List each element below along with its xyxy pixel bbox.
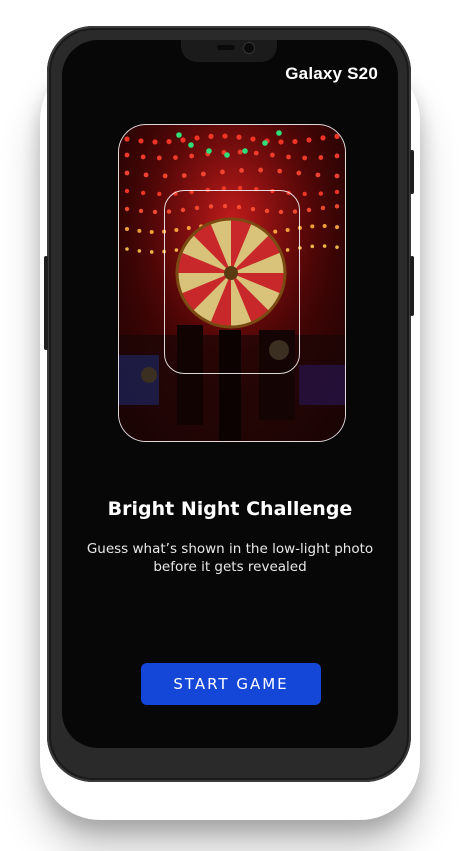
light-bulb	[334, 204, 340, 209]
light-bulb	[334, 189, 340, 195]
light-bulb	[306, 207, 312, 213]
green-light-bulb	[276, 130, 282, 136]
power-button	[410, 150, 414, 194]
green-light-bulb	[206, 148, 212, 154]
light-bulb	[253, 150, 259, 156]
light-bulb	[138, 208, 144, 214]
light-bulb	[310, 224, 315, 229]
brand-label: Galaxy S20	[285, 64, 378, 83]
light-bulb	[277, 168, 283, 174]
description-line-1: Guess what’s shown in the low-light phot…	[86, 541, 374, 557]
light-bulb	[296, 170, 302, 176]
light-bulb	[124, 206, 130, 212]
light-bulb	[302, 155, 308, 161]
light-bulb	[124, 152, 130, 158]
light-bulb	[236, 134, 242, 140]
light-bulb	[335, 245, 339, 249]
light-bulb	[152, 139, 158, 145]
light-bulb	[194, 135, 200, 141]
light-bulb	[157, 191, 162, 197]
light-bulb	[334, 133, 340, 139]
light-bulb	[149, 250, 154, 254]
light-bulb	[137, 228, 142, 233]
challenge-description: Guess what’s shown in the low-light phot…	[72, 540, 388, 576]
light-bulb	[220, 169, 225, 175]
light-bulb	[143, 172, 149, 178]
light-bulb	[286, 154, 291, 160]
light-bulb	[334, 153, 340, 159]
light-bulb	[315, 172, 321, 178]
light-bulb	[125, 247, 129, 251]
light-bulb	[292, 138, 298, 145]
light-bulb	[250, 136, 256, 142]
light-bulb	[322, 244, 327, 248]
light-bulb	[181, 173, 187, 178]
light-bulb	[124, 136, 130, 142]
light-bulb	[156, 155, 162, 161]
light-bulb	[208, 133, 214, 139]
description-line-2: before it gets revealed	[153, 559, 307, 575]
light-bulb	[269, 152, 275, 158]
light-bulb	[140, 190, 146, 196]
light-bulb	[140, 154, 146, 160]
light-bulb	[318, 155, 324, 160]
light-bulb	[189, 153, 195, 159]
start-game-button[interactable]: START GAME	[141, 663, 321, 705]
light-bulb	[124, 188, 130, 194]
light-bulb	[162, 173, 168, 179]
light-bulb	[149, 229, 154, 234]
light-bulb	[320, 135, 326, 141]
light-bulb	[173, 155, 178, 160]
green-light-bulb	[224, 152, 230, 158]
light-bulb	[322, 224, 327, 229]
bixby-button	[410, 256, 414, 316]
light-bulb	[310, 244, 315, 249]
light-bulb	[166, 138, 172, 145]
light-bulb	[152, 209, 158, 215]
front-camera-icon	[243, 42, 255, 54]
light-bulb	[258, 167, 264, 173]
light-bulb	[180, 137, 186, 143]
light-bulb	[138, 138, 144, 144]
light-bulb	[306, 137, 312, 143]
speaker-grille	[217, 45, 235, 50]
green-light-bulb	[176, 132, 182, 138]
light-bulb	[222, 133, 228, 139]
green-light-bulb	[242, 148, 248, 154]
green-light-bulb	[188, 142, 194, 148]
light-bulb	[318, 191, 324, 196]
light-bulb	[335, 225, 339, 230]
light-bulb	[200, 171, 206, 177]
light-bulb	[278, 139, 284, 145]
light-bulb	[124, 170, 130, 176]
light-bulb	[125, 227, 129, 231]
light-bulb	[334, 173, 340, 179]
green-light-bulb	[262, 140, 268, 146]
challenge-title: Bright Night Challenge	[107, 498, 353, 520]
focus-frame	[164, 190, 300, 374]
light-bulb	[237, 149, 243, 155]
light-bulb	[239, 167, 244, 173]
light-bulb	[302, 191, 307, 197]
phone-screen: Galaxy S20 Bright Night Challenge Guess …	[62, 40, 398, 748]
light-bulb	[320, 205, 326, 211]
light-bulb	[137, 249, 142, 253]
volume-button	[44, 256, 48, 350]
notch	[181, 40, 277, 62]
